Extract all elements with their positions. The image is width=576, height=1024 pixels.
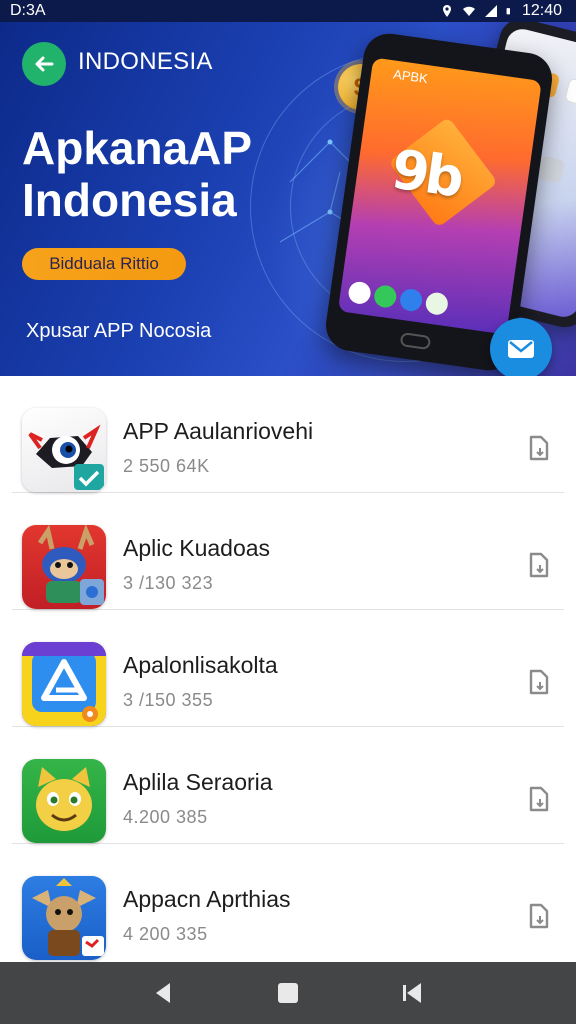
warrior-icon (22, 525, 106, 609)
share-fab-button[interactable] (490, 318, 552, 376)
fox-warrior-icon (22, 876, 106, 960)
app-tile (564, 77, 576, 107)
list-item[interactable]: Aplila Seraoria 4.200 385 (12, 727, 564, 844)
back-button[interactable] (22, 42, 66, 86)
card-icon (508, 340, 534, 358)
location-icon (442, 5, 451, 17)
status-time-left: D:3A (10, 2, 46, 19)
phone-dock (347, 280, 450, 317)
phone-logo-text: 9b (387, 137, 465, 210)
hero-title-line2: Indonesia (22, 174, 237, 226)
hero-banner: INDONESIA ApkanaAP Indonesia Bidduala Ri… (0, 22, 576, 376)
phone-brand-label: APBK (392, 66, 429, 87)
nav-home-button[interactable] (273, 978, 303, 1008)
app-meta: 3 /150 355 (123, 690, 214, 710)
app-meta: 4 200 335 (123, 924, 208, 944)
nav-back-button[interactable] (148, 978, 178, 1008)
country-label: INDONESIA (78, 48, 213, 75)
download-icon[interactable] (526, 902, 552, 930)
app-meta: 4.200 385 (123, 807, 208, 827)
list-item[interactable]: Appacn Aprthias 4 200 335 (12, 844, 564, 961)
status-time-right: 12:40 (521, 2, 562, 19)
status-icons: 12:40 (440, 2, 562, 20)
phone-home-button (399, 332, 432, 351)
hero-pill-button[interactable]: Bidduala Rittio (22, 248, 186, 280)
app-name: Aplic Kuadoas (123, 535, 271, 561)
app-name: Appacn Aprthias (123, 886, 291, 912)
status-bar: D:3A 12:40 (0, 0, 576, 22)
download-icon[interactable] (526, 785, 552, 813)
battery-icon (506, 8, 510, 15)
back-icon (155, 983, 170, 1003)
cat-face-icon (22, 759, 106, 843)
home-icon (277, 983, 298, 1003)
list-item[interactable]: APP Aaulanriovehi 2 550 64K (12, 376, 564, 493)
app-list: APP Aaulanriovehi 2 550 64K Aplic Kuadoa… (0, 376, 576, 961)
list-item[interactable]: Apalonlisakolta 3 /150 355 (12, 610, 564, 727)
hero-title: ApkanaAP Indonesia (22, 122, 322, 226)
signal-icon (484, 5, 497, 17)
app-name: APP Aaulanriovehi (123, 418, 314, 444)
nav-recents-button[interactable] (398, 978, 428, 1008)
hero-subtitle: Xpusar APP Nocosia (26, 320, 212, 342)
recents-icon (403, 983, 422, 1003)
hero-title-line1: ApkanaAP (22, 122, 253, 174)
arrow-left-icon (35, 56, 54, 72)
phone-front-screen: APBK 9b (337, 57, 542, 335)
wifi-icon (462, 6, 475, 16)
system-nav-bar (0, 962, 576, 1024)
app-meta: 2 550 64K (123, 456, 210, 476)
triangle-a-icon (22, 642, 106, 726)
app-meta: 3 /130 323 (123, 573, 214, 593)
download-icon[interactable] (526, 551, 552, 579)
list-item[interactable]: Aplic Kuadoas 3 /130 323 (12, 493, 564, 610)
app-name: Apalonlisakolta (123, 652, 278, 678)
eye-bot-icon (22, 408, 106, 492)
app-name: Aplila Seraoria (123, 769, 273, 795)
download-icon[interactable] (526, 434, 552, 462)
download-icon[interactable] (526, 668, 552, 696)
